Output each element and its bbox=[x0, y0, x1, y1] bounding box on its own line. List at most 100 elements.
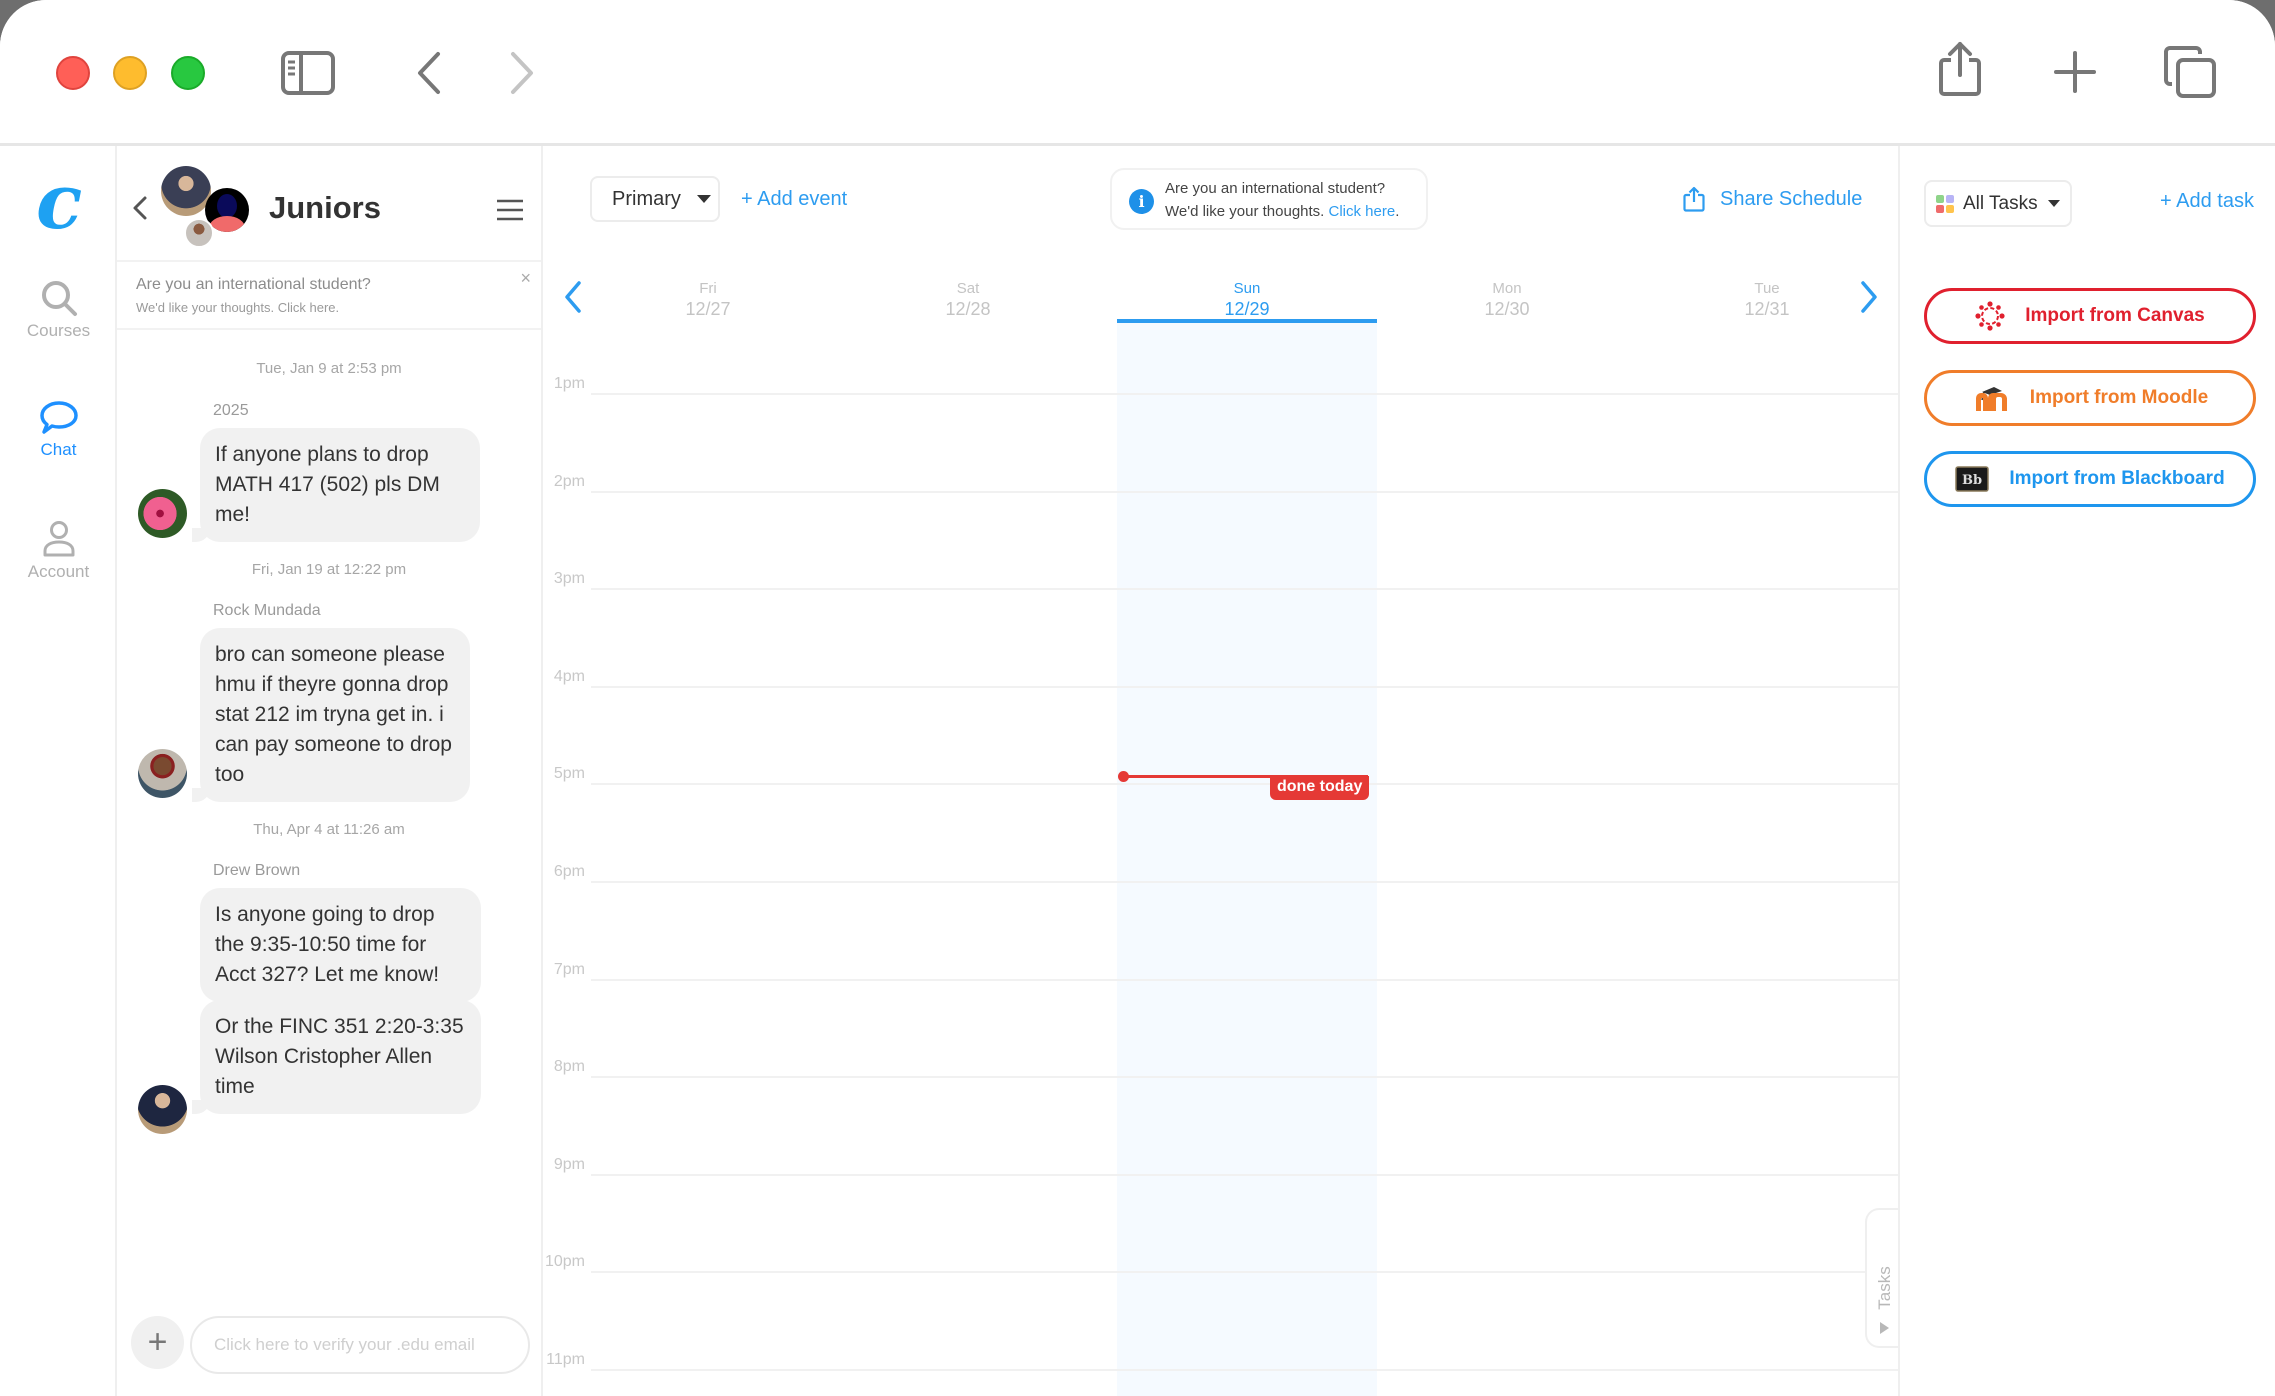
hour-gridline bbox=[591, 783, 1898, 785]
back-button[interactable] bbox=[410, 50, 446, 96]
search-icon bbox=[41, 281, 77, 316]
chat-menu-button[interactable] bbox=[496, 198, 524, 227]
add-event-button[interactable]: + Add event bbox=[741, 188, 847, 211]
banner-title: Are you an international student? bbox=[136, 276, 371, 293]
day-date: 12/29 bbox=[1224, 299, 1270, 319]
hour-label: 7pm bbox=[553, 961, 585, 978]
day-header-mon[interactable]: Mon 12/30 bbox=[1377, 280, 1637, 320]
browser-window: c Courses Chat Account Juniors Are you a… bbox=[0, 0, 2275, 1396]
today-column bbox=[1117, 323, 1377, 1396]
day-name: Sun bbox=[1233, 280, 1261, 297]
share-schedule-button[interactable]: Share Schedule bbox=[1683, 186, 1862, 212]
share-button[interactable] bbox=[1936, 40, 1984, 98]
nav-item-account[interactable]: Account bbox=[0, 520, 117, 582]
message-avatar bbox=[138, 749, 187, 798]
close-window-button[interactable] bbox=[56, 56, 90, 90]
intl-student-banner[interactable]: Are you an international student? We'd l… bbox=[117, 262, 541, 330]
browser-toolbar bbox=[0, 0, 2275, 146]
hour-gridline bbox=[591, 491, 1898, 493]
hour-label: 9pm bbox=[553, 1156, 585, 1173]
day-header-sat[interactable]: Sat 12/28 bbox=[838, 280, 1098, 320]
tasks-drawer-tab[interactable]: Tasks bbox=[1865, 1208, 1900, 1348]
hour-gridline bbox=[591, 1271, 1898, 1273]
chat-back-button[interactable] bbox=[131, 194, 149, 227]
current-time-dot bbox=[1118, 771, 1129, 782]
plus-icon bbox=[2054, 51, 2096, 93]
hour-label: 4pm bbox=[553, 668, 585, 685]
done-today-badge[interactable]: done today bbox=[1270, 776, 1370, 800]
banner-close-button[interactable]: × bbox=[520, 268, 531, 289]
chat-bubble-icon bbox=[39, 401, 78, 434]
hour-label: 1pm bbox=[553, 375, 585, 392]
day-name: Sat bbox=[956, 280, 980, 297]
hour-label: 10pm bbox=[544, 1253, 585, 1270]
calendar-panel: Primary + Add event i Are you an interna… bbox=[543, 146, 1900, 1396]
day-header-tue[interactable]: Tue 12/31 bbox=[1637, 280, 1897, 320]
import-canvas-button[interactable]: Import from Canvas bbox=[1924, 288, 2256, 344]
intl-card-link[interactable]: Click here bbox=[1329, 203, 1396, 220]
hour-label: 2pm bbox=[553, 473, 585, 490]
day-name: Fri bbox=[699, 280, 717, 297]
nav-item-chat[interactable]: Chat bbox=[0, 400, 117, 460]
tabs-overview-button[interactable] bbox=[2164, 46, 2218, 100]
day-header-fri[interactable]: Fri 12/27 bbox=[578, 280, 838, 320]
new-tab-button[interactable] bbox=[2053, 50, 2097, 94]
message-sender: 2025 bbox=[213, 402, 249, 419]
tasks-tab-label: Tasks bbox=[1875, 1266, 1894, 1310]
intl-student-card[interactable]: i Are you an international student? We'd… bbox=[1110, 168, 1428, 230]
chevron-right-icon bbox=[511, 52, 533, 94]
add-task-button[interactable]: + Add task bbox=[2160, 190, 2254, 213]
zoom-window-button[interactable] bbox=[171, 56, 205, 90]
message-sender: Rock Mundada bbox=[213, 602, 321, 619]
caret-down-icon bbox=[2047, 200, 2060, 207]
minimize-window-button[interactable] bbox=[113, 56, 147, 90]
import-moodle-label: Import from Moodle bbox=[2029, 387, 2209, 408]
hour-gridline bbox=[591, 686, 1898, 688]
color-grid-icon bbox=[1936, 194, 1954, 213]
nav-item-label: Account bbox=[27, 562, 90, 581]
chat-group-title: Juniors bbox=[269, 190, 381, 225]
group-avatar-member-1 bbox=[161, 166, 211, 216]
hour-label: 5pm bbox=[553, 765, 585, 782]
day-date: 12/27 bbox=[685, 299, 731, 319]
canvas-logo-icon bbox=[1975, 301, 2005, 331]
task-filter-select[interactable]: All Tasks bbox=[1924, 180, 2072, 227]
banner-subtitle: We'd like your thoughts. Click here. bbox=[136, 300, 340, 315]
import-canvas-label: Import from Canvas bbox=[2025, 305, 2205, 326]
group-avatar-member-3 bbox=[184, 218, 214, 248]
hour-label: 8pm bbox=[553, 1058, 585, 1075]
message-input[interactable] bbox=[190, 1316, 530, 1374]
info-icon: i bbox=[1129, 189, 1154, 214]
message-bubble: bro can someone please hmu if theyre gon… bbox=[192, 628, 470, 802]
tasks-panel: All Tasks + Add task Import from Canvas … bbox=[1898, 146, 2275, 1396]
intl-card-subtitle: We'd like your thoughts. Click here. bbox=[1165, 203, 1399, 220]
import-moodle-button[interactable]: Import from Moodle bbox=[1924, 370, 2256, 426]
message-timestamp: Tue, Jan 9 at 2:53 pm bbox=[256, 360, 402, 377]
nav-item-courses[interactable]: Courses bbox=[0, 279, 117, 341]
app-logo[interactable]: c bbox=[36, 164, 82, 240]
person-icon bbox=[43, 521, 74, 557]
svg-text:Bb: Bb bbox=[1962, 473, 1982, 488]
message-bubble: Is anyone going to drop the 9:35-10:50 t… bbox=[200, 888, 481, 1002]
share-icon bbox=[1683, 186, 1705, 212]
hour-gridline bbox=[591, 1369, 1898, 1371]
message-avatar bbox=[138, 489, 187, 538]
sidebar-toggle-button[interactable] bbox=[280, 50, 336, 96]
day-date: 12/31 bbox=[1744, 299, 1790, 319]
hour-gridline bbox=[591, 1076, 1898, 1078]
intl-card-text: We'd like your thoughts. bbox=[1165, 203, 1325, 220]
blackboard-logo-icon: Bb bbox=[1955, 466, 1990, 492]
import-blackboard-label: Import from Blackboard bbox=[2009, 468, 2225, 489]
caret-down-icon bbox=[696, 195, 711, 203]
forward-button[interactable] bbox=[505, 50, 541, 96]
day-date: 12/30 bbox=[1484, 299, 1530, 319]
calendar-select[interactable]: Primary bbox=[590, 176, 720, 222]
intl-card-title: Are you an international student? bbox=[1165, 180, 1386, 197]
import-blackboard-button[interactable]: Bb Import from Blackboard bbox=[1924, 451, 2256, 507]
day-header-sun[interactable]: Sun 12/29 bbox=[1117, 280, 1377, 320]
share-schedule-label: Share Schedule bbox=[1720, 187, 1863, 210]
chevron-left-icon bbox=[418, 52, 440, 94]
nav-item-label: Courses bbox=[26, 321, 91, 340]
chat-header: Juniors bbox=[117, 146, 541, 262]
attach-button[interactable]: + bbox=[131, 1316, 184, 1369]
